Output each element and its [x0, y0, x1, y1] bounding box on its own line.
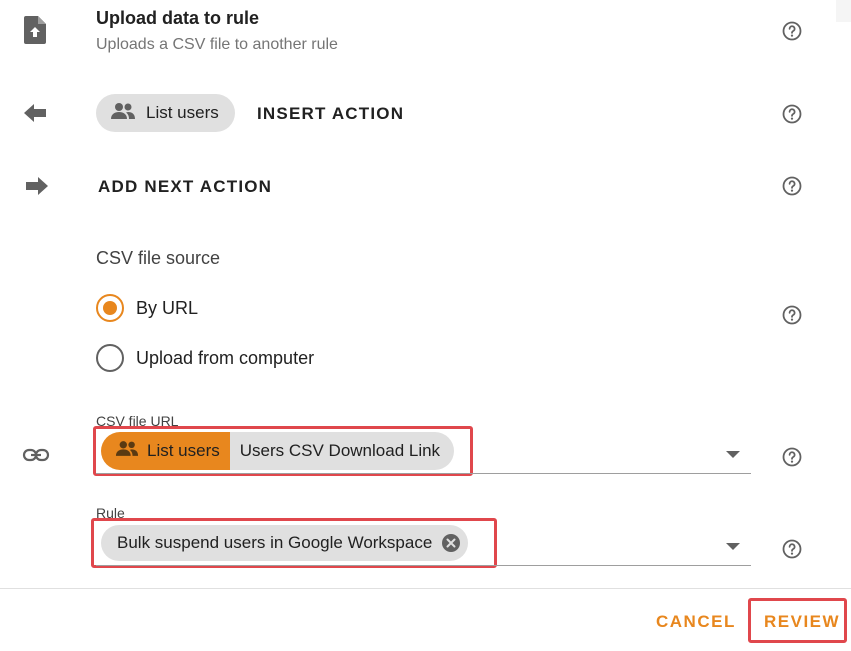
radio-label: By URL	[136, 297, 199, 318]
arrow-left-icon	[24, 104, 48, 127]
radio-checked-icon[interactable]	[96, 294, 124, 322]
help-icon[interactable]	[782, 539, 802, 559]
radio-unchecked-icon[interactable]	[96, 344, 124, 372]
help-icon[interactable]	[782, 21, 802, 41]
highlight-box	[748, 598, 847, 643]
step-title: Upload data to rule	[96, 8, 260, 28]
insert-action-button[interactable]: INSERT ACTION	[257, 104, 404, 124]
add-next-action-button[interactable]: ADD NEXT ACTION	[98, 177, 272, 197]
link-icon	[22, 446, 50, 469]
highlight-box	[93, 426, 473, 476]
cancel-button[interactable]: CANCEL	[656, 612, 736, 632]
scrollbar-hint	[836, 0, 851, 22]
help-icon[interactable]	[782, 305, 802, 325]
chevron-down-icon[interactable]	[726, 451, 740, 458]
chevron-down-icon[interactable]	[726, 543, 740, 550]
footer-divider	[0, 588, 851, 589]
help-icon[interactable]	[782, 176, 802, 196]
people-icon	[110, 102, 136, 125]
radio-label: Upload from computer	[136, 347, 315, 368]
insert-chip-label: List users	[146, 103, 219, 122]
radio-by-url[interactable]: By URL	[96, 294, 198, 322]
rule-underline	[96, 565, 751, 566]
step-subtitle: Uploads a CSV file to another rule	[96, 36, 338, 53]
csv-url-underline	[96, 473, 751, 474]
help-icon[interactable]	[782, 104, 802, 124]
highlight-box	[91, 518, 497, 568]
help-icon[interactable]	[782, 447, 802, 467]
csv-source-label: CSV file source	[96, 248, 221, 268]
radio-upload-from-computer[interactable]: Upload from computer	[96, 344, 314, 372]
insert-step-chip[interactable]: List users	[96, 94, 235, 132]
arrow-right-icon	[24, 177, 48, 200]
file-upload-icon	[24, 16, 46, 49]
